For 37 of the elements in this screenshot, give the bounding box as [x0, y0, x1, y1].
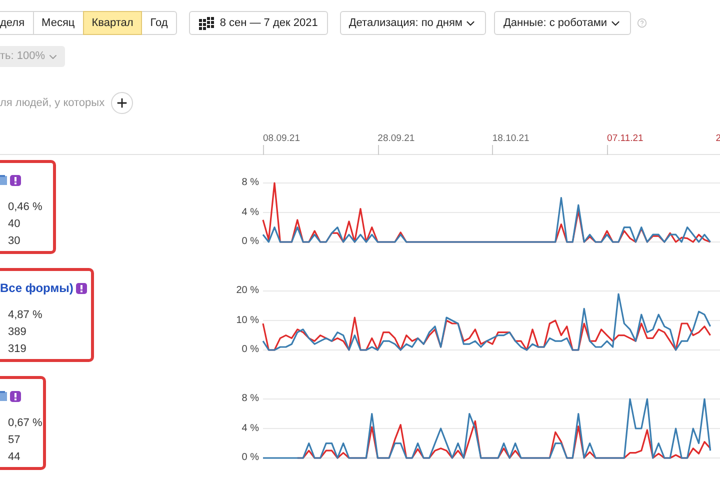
date-label: 08.09.21	[263, 133, 300, 145]
axis-label: 10 %	[236, 314, 259, 326]
metric-value: 4,87 %	[8, 308, 44, 323]
metric-value: 30	[8, 234, 22, 249]
axis-label: 20 %	[236, 285, 259, 297]
period-tab[interactable]: Месяц	[32, 11, 84, 35]
period-tab[interactable]: деля	[0, 11, 34, 35]
axis-label: 4 %	[242, 422, 259, 434]
axis-label: 0 %	[242, 344, 259, 356]
dropdown-button[interactable]: Данные: с роботами	[494, 11, 632, 35]
metric-value: 57	[8, 433, 22, 448]
alert-icon	[10, 390, 21, 402]
date-label: 28.09.21	[378, 133, 415, 145]
period-tab[interactable]: Год	[141, 11, 177, 35]
metric-value: 0,46 %	[8, 200, 44, 215]
period-tab[interactable]: Квартал	[82, 11, 142, 35]
metric-value: 40	[8, 217, 22, 232]
axis-label: 0 %	[242, 236, 259, 248]
date-range-button[interactable]: 8 сен — 7 дек 2021	[188, 11, 328, 35]
metric-value: 319	[8, 342, 28, 357]
metric-title[interactable]: Все формы)	[0, 279, 74, 297]
axis-label: 8 %	[242, 177, 259, 189]
axis-label: 4 %	[242, 206, 259, 218]
alert-icon	[76, 282, 88, 294]
axis-label: 0 %	[242, 452, 259, 464]
axis-label: 8 %	[242, 393, 259, 405]
segment-hint: ля людей, у которых	[0, 96, 105, 111]
dropdown-button[interactable]: Детализация: по дням	[340, 11, 486, 35]
alert-icon	[10, 174, 21, 186]
metric-value: 0,67 %	[8, 416, 43, 431]
date-label: 18.10.21	[492, 133, 530, 145]
plus-icon	[114, 96, 129, 110]
date-label: 07.11.21	[607, 133, 644, 145]
metric-value: 389	[8, 325, 28, 340]
add-button[interactable]	[110, 92, 133, 114]
metric-value: 44	[8, 450, 22, 465]
calendar-icon	[198, 16, 214, 30]
